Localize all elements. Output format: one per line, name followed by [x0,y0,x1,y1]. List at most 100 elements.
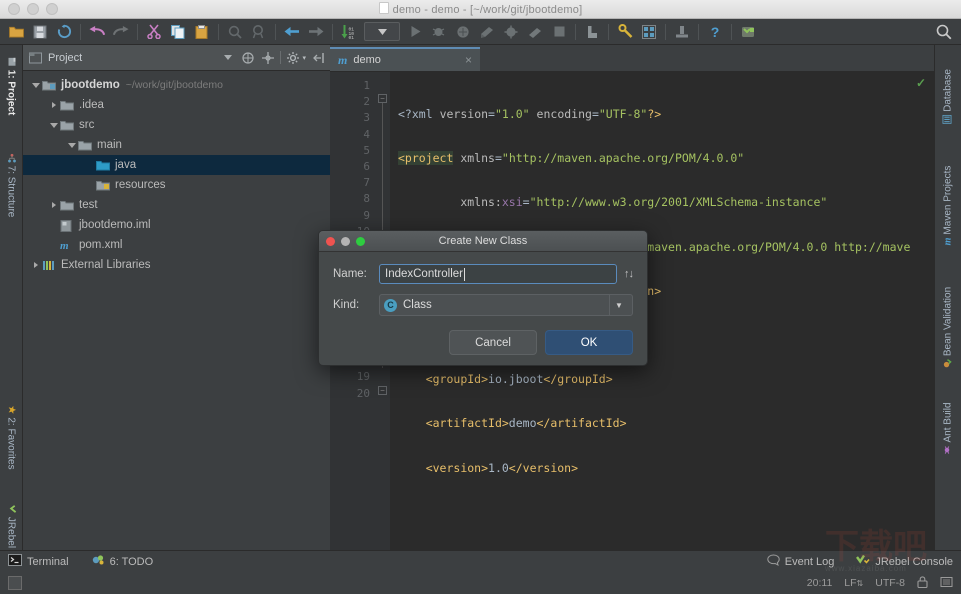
fold-marker[interactable]: − [378,94,387,103]
tree-node-java[interactable]: java [23,155,330,175]
expand-arrow-icon[interactable] [29,83,42,88]
lock-icon[interactable] [917,576,928,591]
tree-node-jbootdemo[interactable]: jbootdemo ~/work/git/jbootdemo [23,75,330,95]
sidebar-item-project[interactable]: 1: Project [6,58,17,116]
paste-icon[interactable] [191,21,213,43]
gear-dropdown-arrow[interactable]: ▾ [302,54,306,62]
database-icon [943,115,954,124]
main-toolbar: 011001 [0,19,961,45]
close-icon[interactable]: × [465,53,472,67]
sidebar-item-jrebel[interactable]: JRebel [6,505,17,548]
status-encoding[interactable]: UTF-8 [875,577,905,589]
update-project-icon[interactable]: 011001 [338,21,360,43]
expand-arrow-icon[interactable] [47,102,60,108]
sidebar-item-maven-projects[interactable]: m Maven Projects [943,166,954,246]
expand-arrow-icon[interactable] [47,202,60,208]
build-project-icon[interactable] [476,21,498,43]
memory-icon[interactable] [940,576,953,591]
fold-marker[interactable]: − [378,386,387,395]
tree-node-idea[interactable]: .idea [23,95,330,115]
debug-icon[interactable] [428,21,450,43]
tool-window-terminal[interactable]: Terminal [8,554,69,569]
expand-arrow-icon[interactable] [65,143,78,148]
star-icon [6,405,17,414]
jrebel-run-icon[interactable] [581,21,603,43]
scroll-from-source-icon[interactable] [260,50,276,66]
synchronize-icon[interactable] [53,21,75,43]
status-line-separator[interactable]: LF⇅ [844,577,863,589]
run-configuration-selector[interactable] [364,22,400,41]
chevron-down-icon[interactable]: ▼ [609,295,628,315]
dialog-title-bar: Create New Class [319,231,647,252]
expand-arrow-icon[interactable] [29,262,42,268]
project-tree[interactable]: jbootdemo ~/work/git/jbootdemo .idea src [23,71,330,550]
hide-panel-icon[interactable] [310,50,326,66]
tree-node-iml[interactable]: jbootdemo.iml [23,215,330,235]
line-number: 8 [330,191,376,207]
help-question-icon[interactable]: ? [704,21,726,43]
replace-icon[interactable] [248,21,270,43]
copy-icon[interactable] [167,21,189,43]
toggle-toolwindows-icon[interactable] [8,576,22,590]
sidebar-item-database[interactable]: Database [943,69,954,124]
chevron-down-icon[interactable] [220,50,236,66]
project-structure-icon[interactable] [638,21,660,43]
tool-window-jrebel-console[interactable]: JRebel Console [856,554,953,569]
toolbar-separator [218,24,219,40]
tool-window-todo[interactable]: 6: TODO [91,554,154,569]
run-with-coverage-icon[interactable] [452,21,474,43]
sidebar-item-structure[interactable]: 7: Structure [6,154,17,218]
sidebar-item-favorites[interactable]: 2: Favorites [6,405,17,469]
tree-node-pom[interactable]: m pom.xml [23,235,330,255]
document-icon [379,2,389,14]
tree-node-main[interactable]: main [23,135,330,155]
navigate-forward-icon[interactable] [305,21,327,43]
expand-arrow-icon[interactable] [47,123,60,128]
header-separator [280,51,281,64]
create-new-class-dialog[interactable]: Create New Class Name: IndexController ↑… [318,230,648,366]
event-log-icon [767,554,780,569]
tree-node-test[interactable]: test [23,195,330,215]
save-all-icon[interactable] [29,21,51,43]
sidebar-item-ant-build[interactable]: Ant Build [943,402,954,454]
tree-label: jbootdemo [61,79,120,91]
inspection-status-icon[interactable]: ✓ [916,76,926,90]
sdk-manager-icon[interactable] [671,21,693,43]
tab-demo[interactable]: m demo × [330,47,480,71]
settings-wrench-icon[interactable] [614,21,636,43]
ide-window: demo - demo - [~/work/git/jbootdemo] [0,0,961,593]
tree-node-src[interactable]: src [23,115,330,135]
tool-window-event-log[interactable]: Event Log [767,554,835,569]
line-number: 19 [330,369,376,385]
search-everywhere-icon[interactable] [933,21,955,43]
dialog-kind-row: Kind: C Class ▼ [333,294,633,316]
cut-icon[interactable] [143,21,165,43]
redo-icon[interactable] [110,21,132,43]
kind-select[interactable]: C Class ▼ [379,294,633,316]
tree-node-resources[interactable]: resources [23,175,330,195]
find-icon[interactable] [224,21,246,43]
line-number: 6 [330,159,376,175]
settings-gear-icon[interactable] [285,50,301,66]
navigate-back-icon[interactable] [281,21,303,43]
folder-icon [60,100,74,111]
stop-icon[interactable] [548,21,570,43]
cancel-button[interactable]: Cancel [449,330,537,355]
attach-profiler-icon[interactable] [524,21,546,43]
name-input[interactable]: IndexController [379,264,617,284]
open-folder-icon[interactable] [5,21,27,43]
ok-button[interactable]: OK [545,330,633,355]
source-folder-icon [96,160,110,171]
line-number: 5 [330,143,376,159]
project-panel-title-text: Project [48,52,82,64]
tree-node-external-libraries[interactable]: External Libraries [23,255,330,275]
profile-icon[interactable] [500,21,522,43]
collapse-all-icon[interactable] [240,50,256,66]
code-line-10 [398,504,934,520]
undo-icon[interactable] [86,21,108,43]
run-icon[interactable] [404,21,426,43]
history-updown-icon[interactable]: ↑↓ [624,268,633,280]
sidebar-item-bean-validation[interactable]: Bean Validation [943,287,954,368]
jrebel-icon[interactable] [737,21,759,43]
toolbar-separator [608,24,609,40]
